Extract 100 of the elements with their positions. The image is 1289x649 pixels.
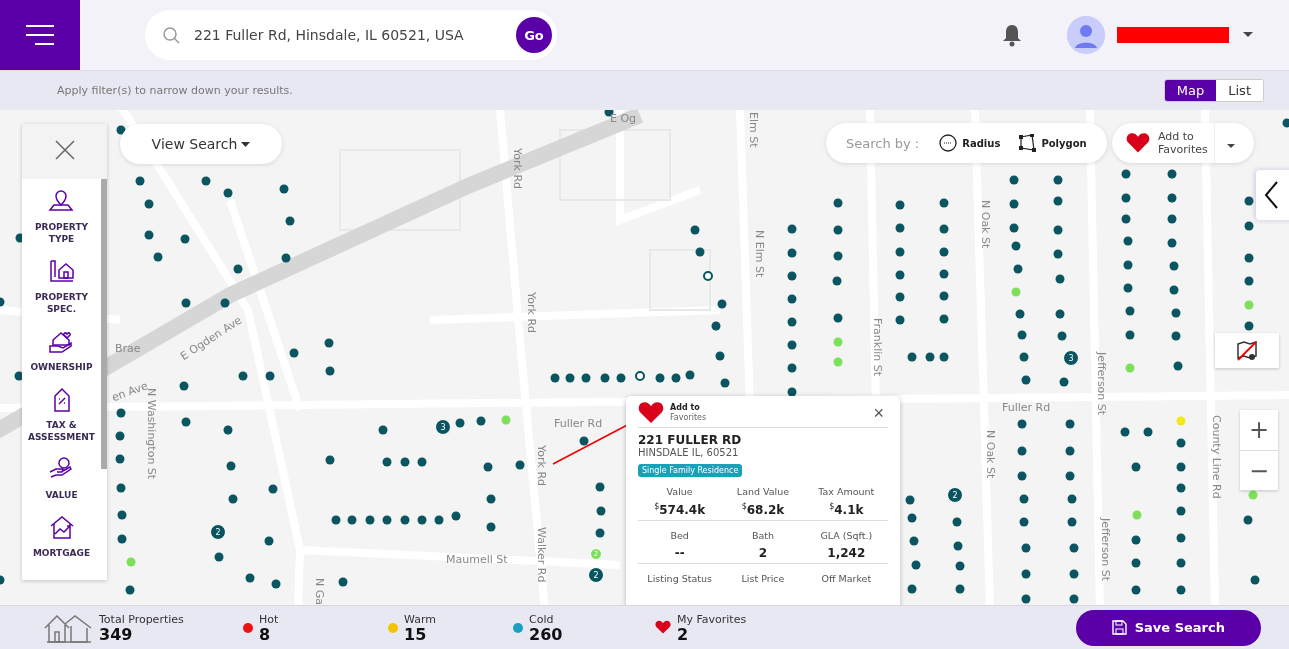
- favorite-marker[interactable]: [635, 371, 645, 381]
- property-marker[interactable]: [1244, 276, 1254, 286]
- property-marker[interactable]: [905, 495, 915, 505]
- property-marker[interactable]: [135, 176, 145, 186]
- property-marker[interactable]: [238, 371, 248, 381]
- property-marker[interactable]: [115, 431, 125, 441]
- zoom-button[interactable]: −: [1240, 450, 1278, 490]
- property-marker[interactable]: [787, 294, 797, 304]
- property-marker[interactable]: [1021, 594, 1031, 604]
- property-marker[interactable]: [715, 351, 725, 361]
- property-marker[interactable]: [1011, 287, 1021, 297]
- property-marker[interactable]: [907, 584, 917, 594]
- zoom-button[interactable]: +: [1240, 410, 1278, 450]
- property-marker[interactable]: [1248, 490, 1258, 500]
- property-marker[interactable]: [400, 515, 410, 525]
- property-marker[interactable]: [695, 247, 705, 257]
- notification-bell-icon[interactable]: [1001, 23, 1023, 47]
- avatar-icon[interactable]: [1067, 16, 1105, 54]
- property-marker[interactable]: [1176, 558, 1186, 568]
- caret-icon[interactable]: [1243, 32, 1253, 38]
- property-marker[interactable]: [690, 225, 700, 235]
- property-marker[interactable]: [1017, 446, 1027, 456]
- property-marker[interactable]: [895, 223, 905, 233]
- property-marker[interactable]: [338, 577, 348, 587]
- property-marker[interactable]: [953, 541, 963, 551]
- property-marker[interactable]: [720, 378, 730, 388]
- property-marker[interactable]: [1065, 471, 1075, 481]
- property-marker[interactable]: [115, 454, 125, 464]
- property-marker[interactable]: [181, 298, 191, 308]
- property-marker[interactable]: [1243, 515, 1253, 525]
- property-marker[interactable]: [233, 264, 243, 274]
- save-search-button[interactable]: Save Search: [1075, 609, 1261, 646]
- property-marker[interactable]: [417, 457, 427, 467]
- property-marker[interactable]: [451, 511, 461, 521]
- property-marker[interactable]: [476, 416, 486, 426]
- property-marker[interactable]: [787, 363, 797, 373]
- property-marker[interactable]: [1176, 416, 1186, 426]
- property-marker[interactable]: [1176, 462, 1186, 472]
- property-marker[interactable]: [833, 313, 843, 323]
- property-marker[interactable]: [1125, 330, 1135, 340]
- property-marker[interactable]: [264, 536, 274, 546]
- add-to-favorites-button[interactable]: Add to Favorites: [1112, 123, 1215, 163]
- property-marker[interactable]: [1067, 494, 1077, 504]
- property-marker[interactable]: [126, 557, 136, 567]
- property-marker[interactable]: [325, 455, 335, 465]
- property-marker[interactable]: [144, 199, 154, 209]
- property-marker[interactable]: [895, 292, 905, 302]
- property-marker[interactable]: [939, 352, 949, 362]
- property-marker[interactable]: [271, 579, 281, 589]
- property-marker[interactable]: [214, 552, 224, 562]
- property-marker[interactable]: [223, 188, 233, 198]
- property-marker[interactable]: [289, 348, 299, 358]
- property-marker[interactable]: [324, 338, 334, 348]
- property-marker[interactable]: [1069, 543, 1079, 553]
- property-marker[interactable]: [1055, 309, 1065, 319]
- property-marker[interactable]: [1169, 285, 1179, 295]
- property-marker[interactable]: [939, 247, 949, 257]
- property-marker[interactable]: [833, 337, 843, 347]
- property-marker[interactable]: [483, 462, 493, 472]
- property-marker[interactable]: [1167, 169, 1177, 179]
- property-marker[interactable]: [1244, 196, 1254, 206]
- property-marker[interactable]: [279, 184, 289, 194]
- property-marker[interactable]: [1121, 214, 1131, 224]
- property-marker[interactable]: [382, 515, 392, 525]
- property-marker[interactable]: [833, 225, 843, 235]
- property-marker[interactable]: [434, 515, 444, 525]
- property-marker[interactable]: [1021, 375, 1031, 385]
- property-marker[interactable]: [1250, 575, 1260, 585]
- property-marker[interactable]: [1059, 377, 1069, 387]
- property-marker[interactable]: [515, 460, 525, 470]
- favorite-marker[interactable]: [703, 271, 713, 281]
- property-marker[interactable]: [685, 370, 695, 380]
- property-marker[interactable]: [1176, 438, 1186, 448]
- property-marker[interactable]: [417, 515, 427, 525]
- property-marker[interactable]: [939, 224, 949, 234]
- property-marker[interactable]: [1057, 331, 1067, 341]
- add-to-favorites-button[interactable]: Add to Favorites: [638, 401, 707, 425]
- property-marker[interactable]: [1009, 223, 1019, 233]
- property-marker[interactable]: [600, 373, 610, 383]
- go-button[interactable]: Go: [516, 17, 552, 53]
- property-marker[interactable]: [1021, 543, 1031, 553]
- property-marker[interactable]: [1123, 260, 1133, 270]
- map-layer-button[interactable]: [1215, 333, 1279, 368]
- property-marker[interactable]: [1123, 236, 1133, 246]
- filter-category[interactable]: PROPERTY SPEC.: [22, 257, 101, 315]
- property-marker[interactable]: [1171, 308, 1181, 318]
- property-marker[interactable]: [1244, 253, 1254, 263]
- property-marker[interactable]: [895, 247, 905, 257]
- property-marker[interactable]: [226, 461, 236, 471]
- property-marker[interactable]: [1169, 261, 1179, 271]
- property-marker[interactable]: [1019, 494, 1029, 504]
- property-marker[interactable]: [1009, 199, 1019, 209]
- property-marker[interactable]: [787, 317, 797, 327]
- property-marker[interactable]: [671, 373, 681, 383]
- filter-category[interactable]: PROPERTY TYPE: [22, 187, 101, 245]
- property-marker[interactable]: [0, 575, 5, 585]
- property-marker[interactable]: [181, 417, 191, 427]
- property-marker[interactable]: [400, 457, 410, 467]
- property-marker[interactable]: [1244, 221, 1254, 231]
- property-marker[interactable]: [925, 352, 935, 362]
